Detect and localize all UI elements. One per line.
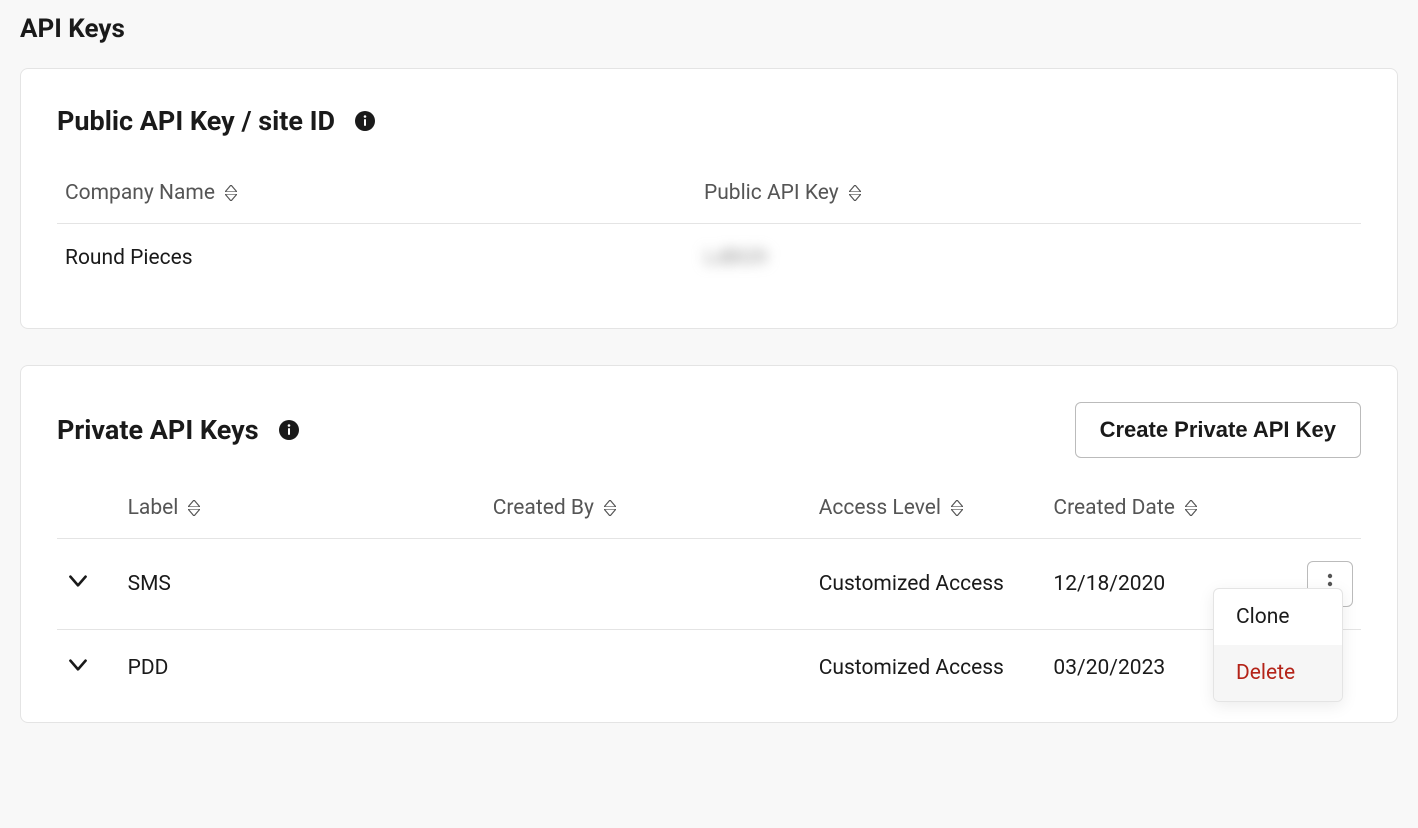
private-api-keys-card: Private API Keys Create Private API Key … bbox=[20, 365, 1398, 723]
cell-company-name: Round Pieces bbox=[57, 224, 696, 293]
cell-created-by bbox=[485, 539, 811, 630]
column-header-created-by: Created By bbox=[493, 496, 594, 520]
table-row: Round Pieces LdBGfr bbox=[57, 224, 1361, 293]
sort-icon[interactable] bbox=[1185, 500, 1197, 516]
menu-item-delete[interactable]: Delete bbox=[1214, 645, 1342, 701]
private-card-title: Private API Keys bbox=[57, 414, 259, 446]
private-card-title-wrap: Private API Keys bbox=[57, 414, 299, 446]
create-private-api-key-button[interactable]: Create Private API Key bbox=[1075, 402, 1361, 458]
private-api-keys-table: Label Created By bbox=[57, 496, 1361, 706]
table-row: PDD Customized Access 03/20/2023 bbox=[57, 630, 1361, 707]
cell-access-level: Customized Access bbox=[811, 630, 1046, 707]
sort-icon[interactable] bbox=[225, 185, 237, 201]
sort-icon[interactable] bbox=[849, 185, 861, 201]
page-title: API Keys bbox=[20, 14, 1398, 44]
cell-created-by bbox=[485, 630, 811, 707]
column-header-label: Label bbox=[128, 496, 179, 520]
sort-icon[interactable] bbox=[188, 500, 200, 516]
info-icon[interactable] bbox=[279, 420, 299, 440]
info-icon[interactable] bbox=[355, 111, 375, 131]
chevron-down-icon[interactable] bbox=[65, 652, 91, 678]
column-header-access-level: Access Level bbox=[819, 496, 941, 520]
table-row: SMS Customized Access 12/18/2020 bbox=[57, 539, 1361, 630]
column-header-company-name: Company Name bbox=[65, 181, 215, 205]
cell-public-api-key: LdBGfr bbox=[704, 246, 769, 270]
public-api-key-table: Company Name Public API Key bbox=[57, 181, 1361, 292]
chevron-down-icon[interactable] bbox=[65, 568, 91, 594]
sort-icon[interactable] bbox=[951, 500, 963, 516]
public-card-title: Public API Key / site ID bbox=[57, 105, 335, 137]
cell-label: PDD bbox=[120, 630, 485, 707]
menu-item-clone[interactable]: Clone bbox=[1214, 589, 1342, 645]
cell-access-level: Customized Access bbox=[811, 539, 1046, 630]
private-card-header: Private API Keys Create Private API Key bbox=[57, 402, 1361, 458]
public-api-key-card: Public API Key / site ID Company Name bbox=[20, 68, 1398, 329]
column-header-created-date: Created Date bbox=[1053, 496, 1174, 520]
sort-icon[interactable] bbox=[604, 500, 616, 516]
row-actions-menu: Clone Delete bbox=[1213, 588, 1343, 702]
cell-label: SMS bbox=[120, 539, 485, 630]
public-card-title-wrap: Public API Key / site ID bbox=[57, 105, 375, 137]
public-card-header: Public API Key / site ID bbox=[57, 105, 1361, 137]
column-header-public-api-key: Public API Key bbox=[704, 181, 839, 205]
